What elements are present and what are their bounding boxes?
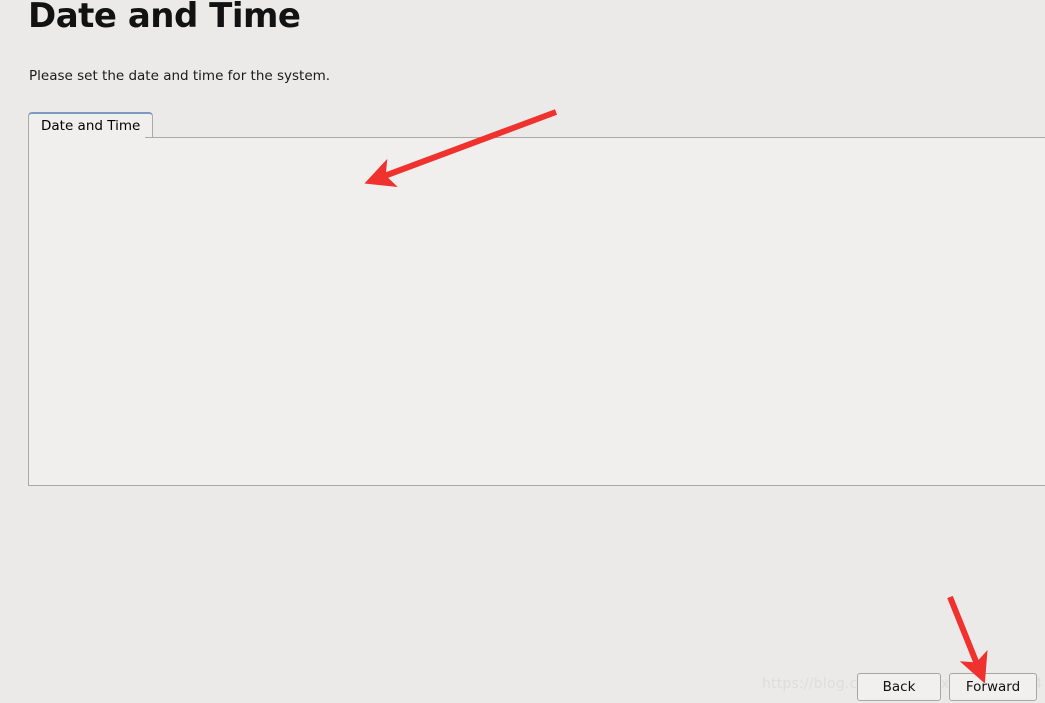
back-button[interactable]: Back (857, 673, 941, 701)
arrow-to-forward-button (947, 595, 988, 684)
tab-active-merge-strip (29, 136, 145, 138)
tab-strip: Date and Time (28, 112, 1045, 138)
page-subtitle: Please set the date and time for the sys… (29, 68, 331, 84)
tab-panel-date-and-time (28, 137, 1045, 486)
date-time-notebook: Date and Time Current date and time:Fri … (28, 112, 1045, 486)
forward-button[interactable]: Forward (949, 673, 1037, 701)
tab-date-and-time[interactable]: Date and Time (28, 112, 154, 137)
page-title: Date and Time (28, 0, 301, 36)
